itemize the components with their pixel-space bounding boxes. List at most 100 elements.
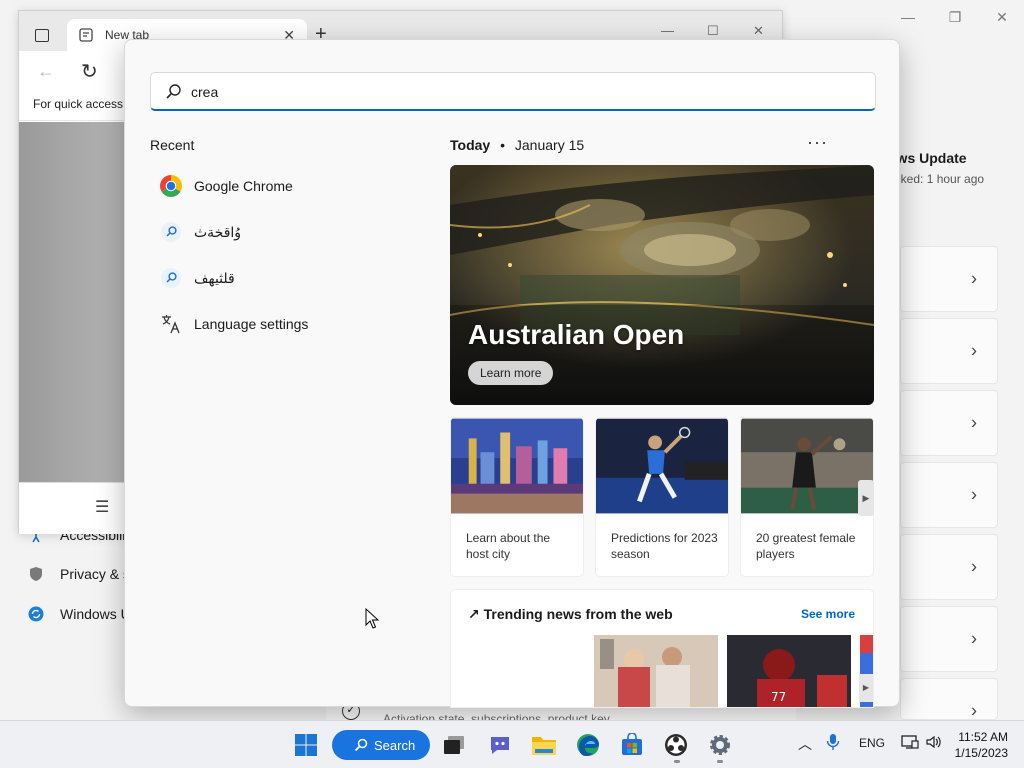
task-view-button[interactable]	[440, 731, 468, 759]
trending-scroll-right-button[interactable]: ▶	[859, 674, 873, 702]
city-night-image	[451, 418, 583, 514]
minimize-button[interactable]: —	[888, 6, 928, 28]
volume-icon[interactable]	[925, 734, 943, 753]
nav-item-windows-update[interactable]: Windows U	[28, 603, 131, 625]
browser-minimize-button[interactable]: —	[661, 23, 674, 38]
card-text: Learn about the host city	[466, 531, 551, 561]
maximize-button[interactable]: ❐	[935, 6, 975, 28]
trending-news-section: ↗ Trending news from the web See more 77…	[450, 589, 874, 708]
chevron-right-icon: ›	[971, 628, 977, 649]
running-indicator	[674, 760, 680, 763]
chevron-right-icon: ›	[971, 412, 977, 433]
settings-button[interactable]	[706, 731, 734, 759]
microphone-icon[interactable]	[826, 733, 840, 754]
chrome-icon	[158, 173, 184, 199]
obs-icon	[665, 734, 687, 756]
mouse-cursor-icon	[365, 608, 379, 629]
settings-option-card[interactable]: ›	[900, 534, 998, 600]
microsoft-store-button[interactable]	[618, 731, 646, 759]
tab-actions-icon[interactable]	[35, 29, 49, 42]
taskbar-search-label: Search	[374, 737, 416, 753]
news-card[interactable]: 20 greatest female players	[740, 417, 874, 577]
card-text: Predictions for 2023 season	[611, 531, 718, 561]
chevron-right-icon: ›	[971, 268, 977, 289]
settings-option-card[interactable]: ›	[900, 606, 998, 672]
nav-item-label: Privacy & s	[60, 566, 131, 582]
browser-close-button[interactable]: ✕	[753, 23, 764, 39]
activation-description: Activation state, subscriptions, product…	[383, 712, 610, 720]
settings-option-card[interactable]: ›	[900, 318, 998, 384]
more-options-icon[interactable]: ···	[807, 132, 828, 153]
news-thumbnail[interactable]	[594, 635, 718, 708]
store-icon	[622, 733, 642, 755]
settings-option-card[interactable]: ›	[900, 390, 998, 456]
chevron-right-icon: ›	[971, 340, 977, 361]
chat-button[interactable]	[486, 731, 514, 759]
learn-more-button[interactable]: Learn more	[468, 361, 554, 385]
recent-item-label: Google Chrome	[194, 178, 293, 194]
today-separator: •	[500, 137, 505, 153]
recent-item-google-chrome[interactable]: Google Chrome	[158, 171, 408, 201]
search-box[interactable]	[150, 72, 876, 111]
today-header: Today • January 15	[450, 137, 584, 153]
see-more-link[interactable]: See more	[801, 607, 855, 621]
recent-item-language-settings[interactable]: Language settings	[158, 309, 408, 339]
obs-button[interactable]	[662, 731, 690, 759]
clock-time[interactable]: 11:52 AM	[958, 730, 1008, 744]
news-card[interactable]: Learn about the host city	[450, 417, 584, 577]
start-button[interactable]	[292, 731, 320, 759]
running-indicator	[717, 760, 723, 763]
windows-update-last-checked: ecked: 1 hour ago	[888, 172, 985, 186]
search-icon	[158, 265, 184, 291]
search-icon	[166, 84, 181, 99]
chevron-right-icon: ›	[971, 700, 977, 721]
browser-maximize-button[interactable]: ☐	[707, 23, 719, 39]
taskbar: Search ︿ ENG 11:52 AM 1/15/2023	[0, 720, 1024, 768]
file-explorer-button[interactable]	[530, 731, 558, 759]
settings-option-card[interactable]: ›	[900, 678, 998, 721]
clock-date[interactable]: 1/15/2023	[944, 746, 1008, 760]
scroll-right-button[interactable]: ▶	[858, 480, 874, 516]
today-label: Today	[450, 137, 491, 153]
hero-title: Australian Open	[468, 319, 685, 350]
favorites-bar-text: For quick access,	[33, 97, 127, 111]
nav-item-label: Windows U	[60, 606, 131, 622]
svg-text:77: 77	[771, 690, 786, 704]
settings-option-card[interactable]: ›	[900, 246, 998, 312]
search-input[interactable]	[191, 80, 851, 104]
shield-icon	[28, 566, 44, 582]
new-tab-page-icon	[79, 28, 93, 42]
teams-chat-icon	[491, 737, 509, 754]
recent-item-search-query[interactable]: وُاقخةث	[158, 217, 408, 247]
recent-section-title: Recent	[150, 137, 195, 153]
nav-item-privacy[interactable]: Privacy & s	[28, 563, 130, 585]
card-text: 20 greatest female players	[756, 531, 856, 561]
refresh-icon[interactable]: ↻	[81, 59, 98, 84]
settings-option-card[interactable]: ›	[900, 462, 998, 528]
news-card[interactable]: Predictions for 2023 season	[595, 417, 729, 577]
edge-button[interactable]	[574, 731, 602, 759]
news-thumbnail[interactable]: 77	[727, 635, 851, 708]
trending-arrow-icon: ↗	[468, 606, 480, 622]
close-button[interactable]: ✕	[982, 6, 1022, 28]
recent-item-label: قلثيهف	[194, 269, 235, 286]
hero-card-australian-open[interactable]: Australian Open Learn more	[450, 165, 874, 405]
today-date: January 15	[514, 137, 585, 153]
language-indicator[interactable]: ENG	[859, 736, 885, 750]
back-arrow-icon[interactable]: ←	[37, 61, 55, 82]
windows-logo-icon	[295, 734, 317, 756]
recent-item-label: Language settings	[194, 316, 309, 332]
task-view-icon	[444, 736, 464, 754]
show-hidden-icons-chevron-icon[interactable]: ︿	[798, 734, 812, 754]
gear-icon	[710, 735, 730, 755]
recent-item-label: وُاقخةث	[194, 223, 242, 240]
taskbar-search-button[interactable]: Search	[332, 730, 430, 760]
hamburger-menu-icon[interactable]: ☰	[95, 497, 109, 517]
network-icon[interactable]	[901, 734, 919, 753]
language-icon	[158, 311, 184, 337]
search-icon	[158, 219, 184, 245]
trending-title: ↗ Trending news from the web	[468, 606, 673, 622]
windows-update-icon	[28, 606, 44, 622]
recent-item-search-query[interactable]: قلثيهف	[158, 263, 408, 293]
chevron-right-icon: ›	[971, 484, 977, 505]
